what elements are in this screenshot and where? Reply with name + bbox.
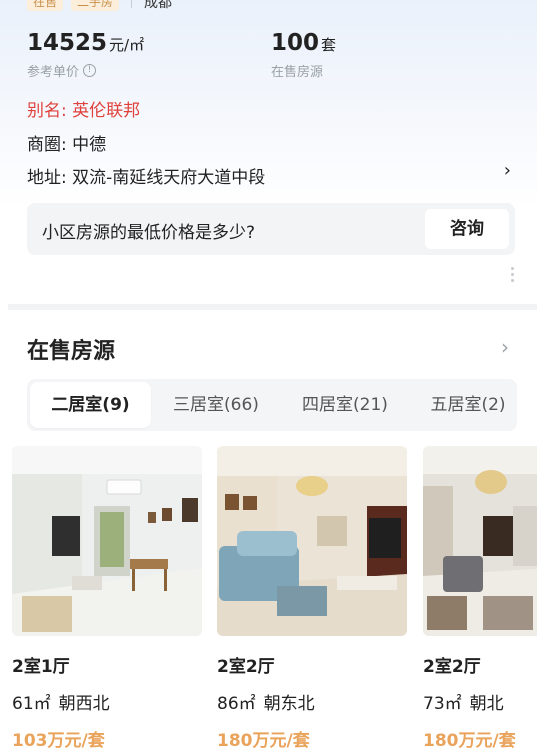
listing-title: 2室2厅 [217,657,275,677]
listing-area: 61㎡ [12,694,51,714]
for-sale-label: 在售房源 [271,65,324,80]
tab-4-room[interactable]: 四居室(21) [283,379,407,431]
listing-area: 86㎡ [217,694,256,714]
tag-type: 二手房 [71,0,120,11]
listing-card[interactable]: 2室2厅 86㎡ 朝东北 180万元/套 [217,446,407,751]
section-divider [8,304,537,310]
tag-status: 在售 [27,0,64,11]
info-icon[interactable]: ! [83,64,97,77]
city-label: 成都 [144,0,173,11]
unit-price-value: 14525 [27,30,108,56]
consult-bar: 小区房源的最低价格是多少? 咨询 [27,203,515,255]
alias-text: 别名: 英伦联邦 [27,101,141,121]
section-title: 在售房源 [27,339,116,364]
address-chevron-icon[interactable]: › [504,160,511,181]
unit-price-unit: 元/㎡ [109,36,145,54]
listing-orientation: 朝东北 [263,694,315,714]
section-chevron-icon[interactable]: › [501,335,509,359]
divider [131,0,133,8]
listing-price: 180万元/套 [217,731,310,751]
tab-3-room[interactable]: 三居室(66) [155,379,277,431]
tab-2-room[interactable]: 二居室(9) [30,382,151,428]
top-tags: 在售 二手房 成都 [27,0,172,12]
district-text: 商圈: 中德 [27,135,107,155]
more-dots-icon[interactable] [511,267,514,285]
for-sale-unit: 套 [321,36,337,54]
tab-5-room[interactable]: 五居室(2) [413,379,517,431]
listing-price: 103万元/套 [12,731,105,751]
listing-card[interactable]: 2室1厅 61㎡ 朝西北 103万元/套 [12,446,202,751]
listing-photo[interactable] [217,446,407,636]
listing-area: 73㎡ [423,694,462,714]
listing-card[interactable]: 2室2厅 73㎡ 朝北 180万元/套 [423,446,537,751]
consult-button[interactable]: 咨询 [425,209,509,249]
listing-price: 180万元/套 [423,731,516,751]
listing-photo[interactable] [12,446,202,636]
listing-title: 2室2厅 [423,657,481,677]
listing-photo[interactable] [423,446,537,636]
for-sale-stat: 100 套 在售房源 [271,30,336,80]
listing-orientation: 朝北 [469,694,504,714]
consult-question: 小区房源的最低价格是多少? [42,223,256,243]
room-tabs: 二居室(9) 三居室(66) 四居室(21) 五居室(2) [27,379,517,431]
unit-price-stat: 14525 元/㎡ 参考单价! [27,30,144,80]
listing-orientation: 朝西北 [58,694,110,714]
address-text[interactable]: 地址: 双流-南延线天府大道中段 [27,163,265,188]
listing-title: 2室1厅 [12,657,70,677]
unit-price-label: 参考单价 [27,65,80,80]
for-sale-value: 100 [271,30,320,56]
